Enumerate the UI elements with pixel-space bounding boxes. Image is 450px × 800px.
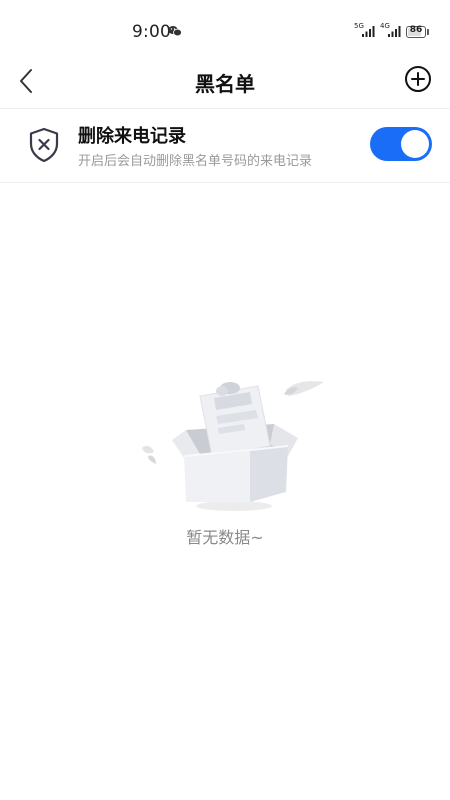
status-bar: 9:00 5G 4G 86 bbox=[0, 0, 450, 64]
blacklist-screen: 9:00 5G 4G 86 黑名单 删除来电记录 开启后会自动删除黑名单号码的来… bbox=[0, 0, 450, 800]
signal-4g: 4G bbox=[380, 22, 404, 40]
plus-circle-icon[interactable] bbox=[404, 65, 432, 93]
signal-bars-icon bbox=[362, 26, 375, 37]
delete-call-log-toggle[interactable] bbox=[370, 127, 432, 161]
battery-cap bbox=[427, 29, 429, 35]
signal-5g: 5G bbox=[354, 22, 378, 40]
setting-title: 删除来电记录 bbox=[78, 126, 186, 147]
wechat-icon bbox=[168, 26, 182, 37]
shield-x-icon bbox=[29, 127, 59, 163]
empty-state-text: 暂无数据~ bbox=[186, 528, 264, 547]
battery-text: 86 bbox=[409, 25, 423, 35]
signal-bars-icon bbox=[388, 26, 401, 37]
toggle-knob bbox=[401, 130, 429, 158]
setting-description: 开启后会自动删除黑名单号码的来电记录 bbox=[78, 154, 313, 169]
empty-box-icon bbox=[142, 381, 324, 511]
status-time: 9:00 bbox=[132, 22, 171, 42]
delete-call-log-setting: 删除来电记录 开启后会自动删除黑名单号码的来电记录 bbox=[0, 109, 450, 182]
header: 黑名单 bbox=[0, 56, 450, 108]
page-title: 黑名单 bbox=[195, 72, 255, 96]
battery-icon: 86 bbox=[406, 25, 426, 38]
divider bbox=[0, 182, 450, 183]
